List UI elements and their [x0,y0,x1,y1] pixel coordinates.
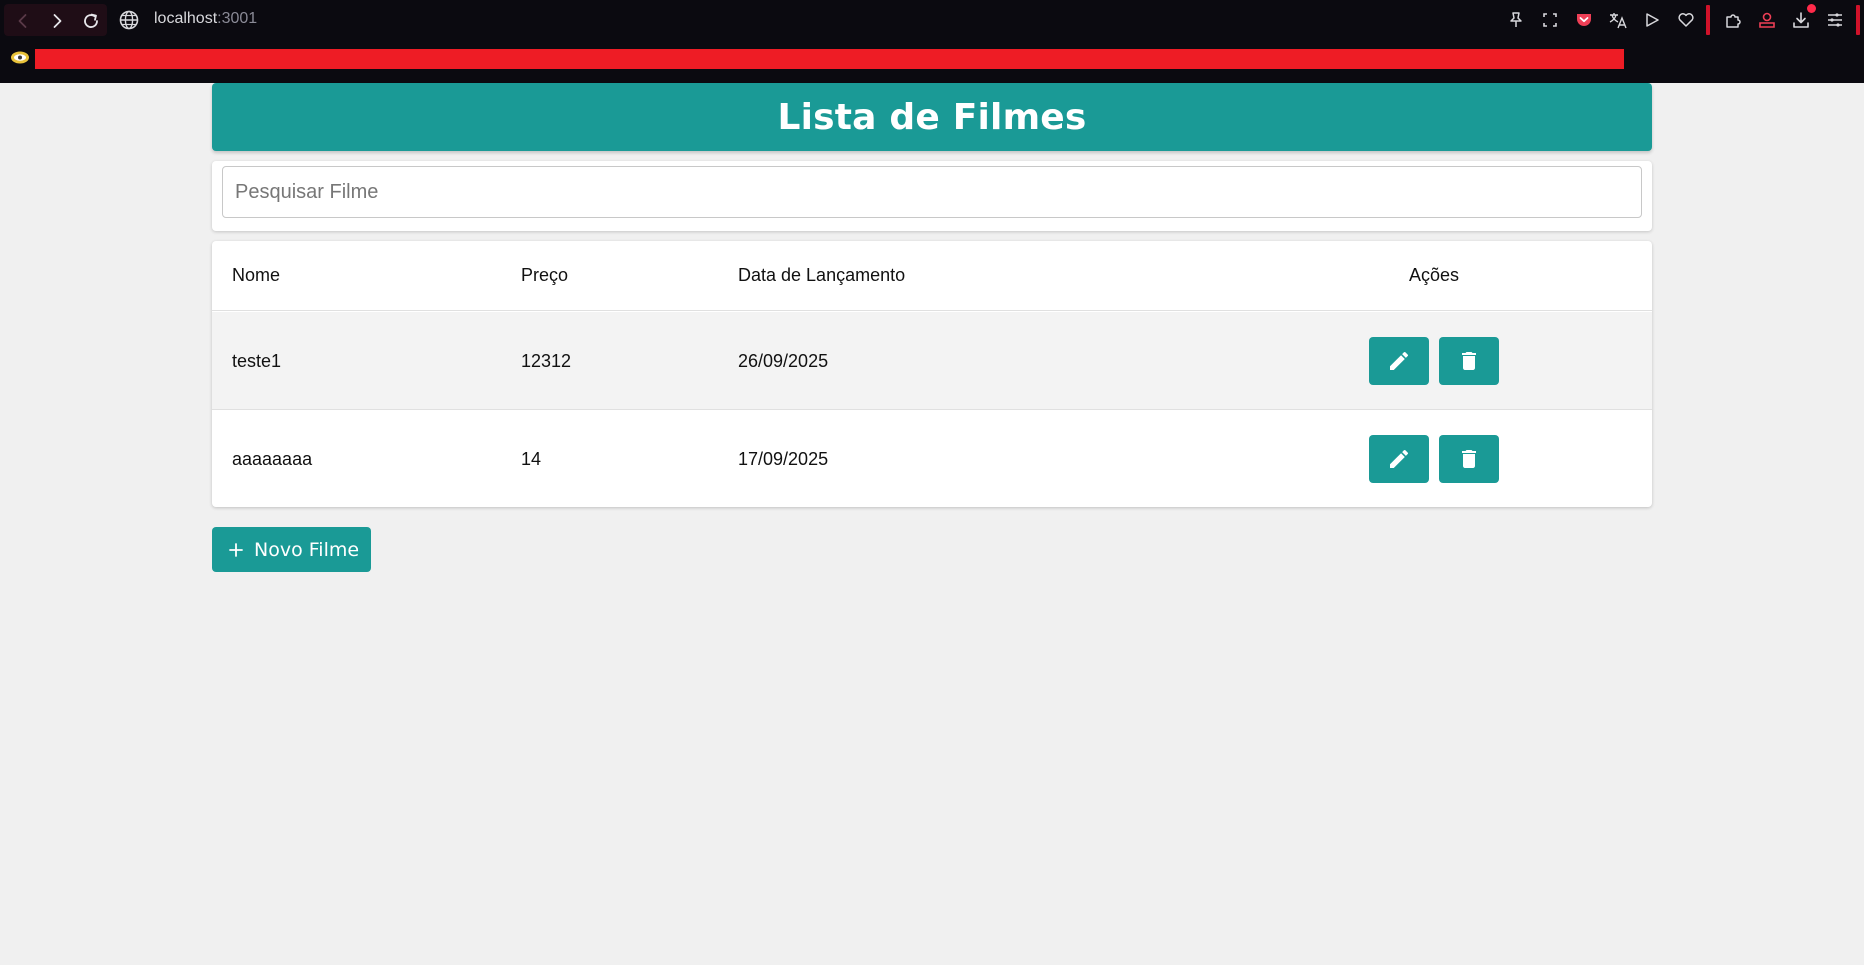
notification-strip [35,49,1624,69]
nav-buttons [4,4,107,36]
download-badge [1807,4,1816,13]
globe-icon [119,10,139,30]
menu-icon [1828,13,1842,27]
header-release-date: Data de Lançamento [738,265,906,285]
header-price: Preço [521,265,569,285]
pencil-icon [1390,351,1409,370]
back-button[interactable] [12,10,34,32]
forward-button[interactable] [46,10,68,32]
extensions-icon [1726,14,1741,28]
pocket-button[interactable] [1572,8,1596,32]
new-movie-label: Novo Filme [254,538,360,561]
new-movie-button[interactable]: Novo Filme [212,527,371,572]
url-port: :3001 [217,10,258,27]
cell-release-date: 26/09/2025 [738,351,829,371]
browser-toolbar: localhost:3001 [0,0,1864,40]
cell-price: 12312 [521,351,572,371]
page-header: Lista de Filmes [212,83,1652,151]
extension-eye-icon[interactable] [10,50,30,65]
delete-button[interactable] [1439,337,1499,385]
pin-button[interactable] [1504,8,1528,32]
search-input[interactable] [222,166,1642,218]
page-title: Lista de Filmes [777,96,1087,138]
heart-icon [1678,13,1694,27]
trash-icon [1462,352,1476,370]
extensions-button[interactable] [1721,8,1745,32]
trash-icon [1462,450,1476,468]
table-row: teste1 12312 26/09/2025 [212,312,1652,410]
header-name: Nome [232,265,281,285]
search-card [212,161,1652,231]
address-bar[interactable]: localhost:3001 [154,10,257,28]
edit-button[interactable] [1369,435,1429,483]
cell-release-date: 17/09/2025 [738,449,829,469]
url-host: localhost [154,10,218,27]
pin-icon [1510,12,1522,27]
menu-button[interactable] [1823,8,1847,32]
chevron-right-icon [53,14,62,28]
movies-table: Nome Preço Data de Lançamento Ações test… [212,241,1652,507]
plus-icon [229,542,243,557]
edit-button[interactable] [1369,337,1429,385]
header-actions: Ações [1409,265,1460,285]
toolbar-edge [1856,5,1860,35]
send-button[interactable] [1640,8,1664,32]
delete-button[interactable] [1439,435,1499,483]
chevron-left-icon [18,14,27,28]
table-row: aaaaaaaa 14 17/09/2025 [212,410,1652,507]
download-icon [1793,12,1809,28]
screenshot-icon [1543,13,1557,27]
reload-button[interactable] [80,10,102,32]
pencil-icon [1390,449,1409,468]
cell-name: aaaaaaaa [232,449,313,469]
favorite-button[interactable] [1674,8,1698,32]
account-button[interactable] [1755,8,1779,32]
screenshot-button[interactable] [1538,8,1562,32]
translate-icon [1609,13,1627,29]
cell-price: 14 [521,449,542,469]
reload-icon [84,13,98,28]
account-icon [1759,12,1775,28]
table-header: Nome Preço Data de Lançamento Ações [212,241,1652,311]
cell-name: teste1 [232,351,282,371]
translate-button[interactable] [1606,8,1630,32]
toolbar-divider [1706,5,1710,35]
pocket-icon [1577,14,1591,26]
send-icon [1646,13,1659,27]
